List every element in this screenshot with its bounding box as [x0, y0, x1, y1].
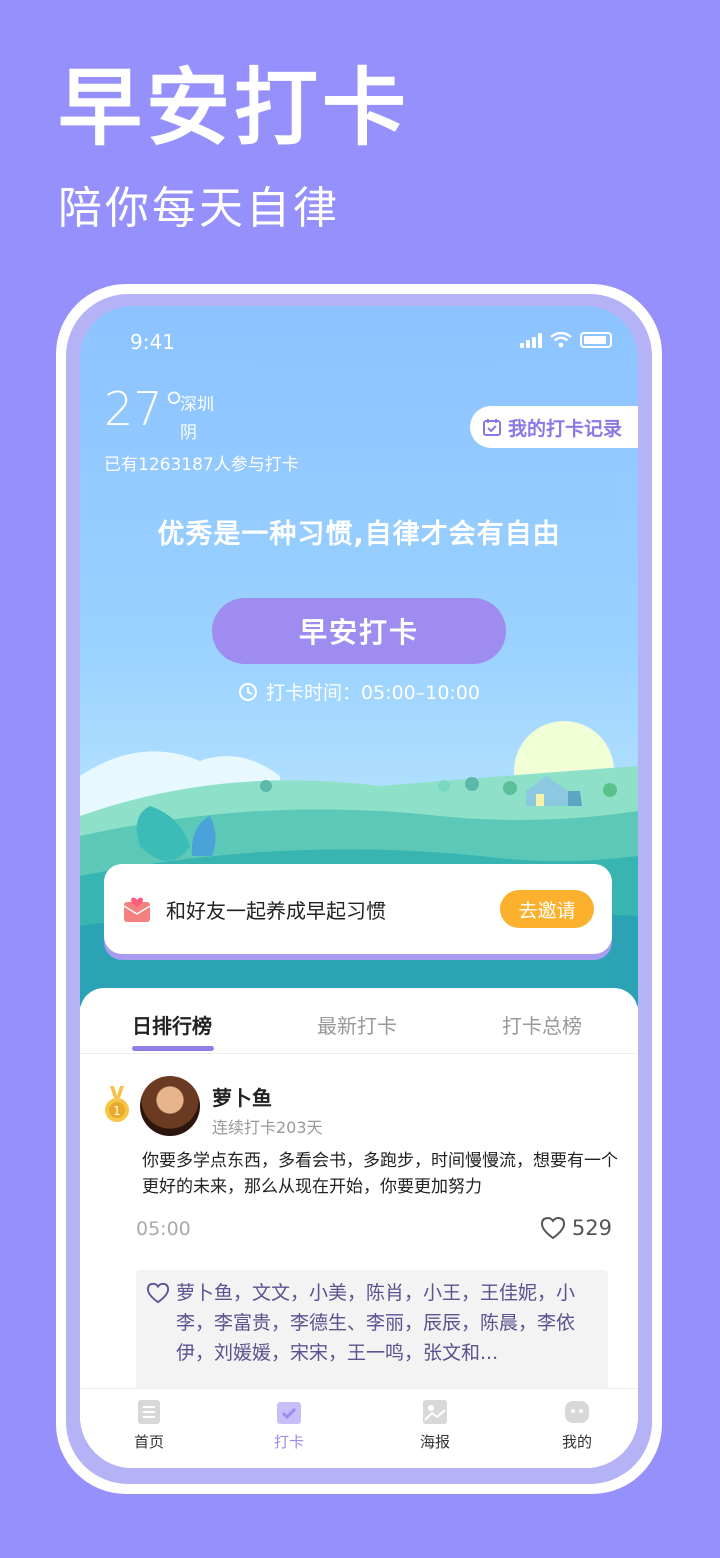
face-icon [565, 1401, 589, 1423]
nav-mine-label: 我的 [561, 1433, 592, 1451]
calendar-check-icon [483, 419, 501, 436]
signal-icon [520, 332, 542, 348]
gold-medal-icon: 1 [105, 1086, 129, 1122]
user-name[interactable]: 萝卜鱼 [212, 1082, 272, 1111]
post-text: 你要多学点东西，多看会书，多跑步，时间慢慢流，想要有一个更好的未来，那么从现在开… [142, 1151, 618, 1197]
status-bar: 9:41 [80, 306, 638, 376]
morning-checkin-button[interactable]: 早安打卡 [212, 598, 506, 664]
envelope-heart-icon [123, 897, 151, 922]
checkin-time-row: 打卡时间：05:00–10:00 [80, 678, 638, 705]
calendar-check-icon [277, 1402, 301, 1424]
weather-city: 深圳 [180, 395, 214, 415]
like-count: 529 [571, 1216, 612, 1240]
avatar[interactable] [140, 1076, 200, 1136]
likers-list: 萝卜鱼，文文，小美，陈肖，小王，王佳妮，小李，李富贵，李德生、李丽，辰辰，陈晨，… [136, 1270, 608, 1400]
user-streak: 连续打卡203天 [212, 1118, 323, 1137]
weather-condition: 阴 [180, 423, 197, 443]
tab-total-ranking[interactable]: 打卡总榜 [502, 1010, 582, 1039]
nav-poster-label: 海报 [419, 1433, 450, 1451]
clock-icon [238, 682, 257, 701]
post-time: 05:00 [136, 1218, 191, 1240]
app-screen: 9:41 27° 深圳 阴 已有1263187人参与打卡 我的打卡记录 优秀是一… [80, 306, 638, 1468]
invite-button[interactable]: 去邀请 [500, 890, 594, 928]
nav-checkin-label: 打卡 [273, 1433, 304, 1451]
wifi-icon [550, 332, 572, 348]
tab-latest-checkins[interactable]: 最新打卡 [317, 1010, 397, 1039]
landscape-illustration [80, 721, 638, 1006]
document-icon [138, 1400, 160, 1424]
nav-home[interactable]: 首页 [114, 1397, 184, 1452]
tab-daily-ranking[interactable]: 日排行榜 [132, 1010, 212, 1039]
invite-friends-card[interactable]: 和好友一起养成早起习惯 去邀请 [104, 864, 612, 954]
leaderboard-tabs: 日排行榜 最新打卡 打卡总榜 [80, 988, 638, 1054]
nav-mine[interactable]: 我的 [542, 1397, 612, 1452]
like-button[interactable]: 529 [540, 1216, 612, 1240]
status-time: 9:41 [130, 330, 175, 354]
heart-outline-icon [146, 1282, 170, 1304]
nav-home-label: 首页 [133, 1433, 164, 1451]
hero-title: 早安打卡 [58, 59, 411, 157]
battery-icon [580, 332, 612, 348]
image-icon [423, 1400, 447, 1424]
status-icons [520, 332, 612, 348]
active-tab-indicator [132, 1046, 214, 1051]
motto-text: 优秀是一种习惯,自律才会有自由 [157, 519, 561, 550]
checkin-time-text: 打卡时间：05:00–10:00 [265, 682, 480, 704]
nav-checkin[interactable]: 打卡 [254, 1397, 324, 1452]
weather-temperature: 27° [104, 382, 186, 436]
bottom-navigation: 首页 打卡 海报 我的 [80, 1388, 638, 1468]
record-button-label: 我的打卡记录 [508, 417, 623, 440]
nav-poster[interactable]: 海报 [400, 1397, 470, 1452]
likers-names: 萝卜鱼，文文，小美，陈肖，小王，王佳妮，小李，李富贵，李德生、李丽，辰辰，陈晨，… [176, 1282, 576, 1364]
invite-text: 和好友一起养成早起习惯 [166, 898, 386, 923]
heart-icon [540, 1216, 565, 1240]
participants-count: 已有1263187人参与打卡 [104, 455, 299, 475]
medal-rank: 1 [113, 1104, 121, 1118]
my-checkin-record-button[interactable]: 我的打卡记录 [470, 406, 638, 448]
hero-subtitle: 陪你每天自律 [58, 183, 340, 234]
